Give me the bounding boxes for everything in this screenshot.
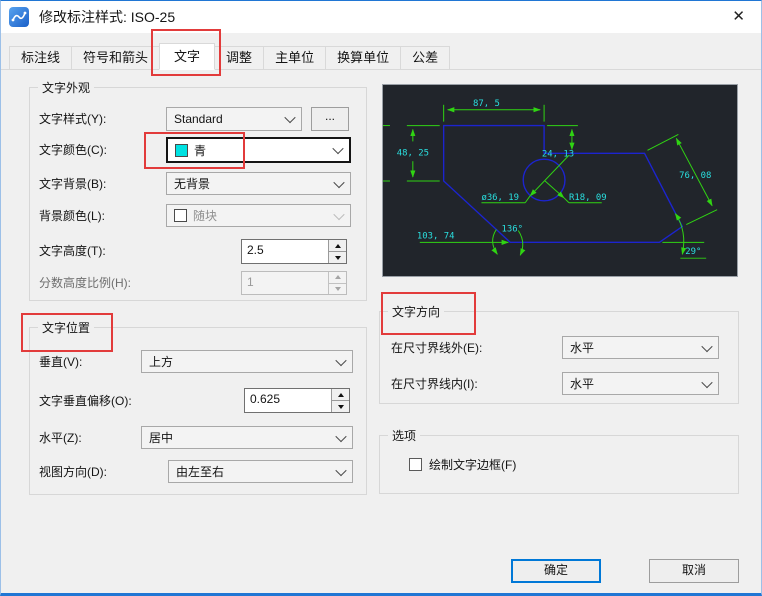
fraction-scale-label: 分数高度比例(H): [39, 276, 131, 290]
chevron-down-icon [335, 464, 347, 476]
text-fill-select[interactable]: 无背景 [166, 172, 351, 195]
cyan-color-swatch [175, 143, 188, 157]
text-height-label: 文字高度(T): [39, 244, 106, 258]
dim-label-bottom-left: 103, 74 [417, 231, 455, 241]
dim-label-right: 76, 08 [679, 171, 711, 181]
dim-label-step: 24, 13 [542, 149, 574, 159]
more-styles-button[interactable]: ... [311, 107, 349, 131]
tab-text[interactable]: 文字 [159, 43, 216, 70]
spinner-up-icon[interactable] [332, 389, 349, 400]
tab-fit[interactable]: 调整 [214, 46, 265, 70]
chevron-down-icon [333, 208, 345, 220]
outside-ext-label: 在尺寸界线外(E): [391, 341, 483, 355]
text-style-label: 文字样式(Y): [39, 112, 107, 126]
spinner-down-icon[interactable] [332, 400, 349, 412]
group-title: 文字位置 [38, 319, 95, 336]
group-title: 选项 [388, 427, 421, 444]
text-color-select[interactable]: 青 [166, 137, 351, 163]
view-direction-label: 视图方向(D): [39, 465, 107, 479]
tab-alt-units[interactable]: 换算单位 [325, 46, 402, 70]
vertical-select[interactable]: 上方 [141, 350, 353, 373]
chevron-down-icon [335, 354, 347, 366]
dim-label-angle-left: 136° [502, 224, 524, 234]
spinner-up-icon [329, 272, 346, 283]
vertical-label: 垂直(V): [39, 355, 83, 369]
text-color-label: 文字颜色(C): [39, 143, 107, 157]
cancel-button[interactable]: 取消 [649, 559, 739, 583]
horizontal-select[interactable]: 居中 [141, 426, 353, 449]
dim-label-angle-right: 29° [685, 247, 701, 257]
chevron-down-icon [701, 376, 713, 388]
cad-preview-drawing: 87, 5 48, 25 24, 13 76, 08 ø36, 19 R18, … [383, 99, 718, 259]
group-title: 文字方向 [388, 303, 445, 320]
tab-bar: 标注线 符号和箭头 文字 调整 主单位 换算单位 公差 [9, 43, 451, 70]
spinner-down-icon [329, 282, 346, 294]
fraction-scale-input: 1 [241, 271, 347, 295]
inside-ext-select[interactable]: 水平 [562, 372, 719, 395]
chevron-down-icon [333, 176, 345, 188]
chevron-down-icon [335, 430, 347, 442]
view-direction-select[interactable]: 由左至右 [168, 460, 353, 483]
dim-label-radius: R18, 09 [569, 193, 607, 203]
tab-primary-units[interactable]: 主单位 [263, 46, 327, 70]
fill-color-select[interactable]: 随块 [166, 204, 351, 227]
ok-button[interactable]: 确定 [511, 559, 601, 583]
offset-label: 文字垂直偏移(O): [39, 394, 132, 408]
titlebar: 修改标注样式: ISO-25 ✕ [1, 1, 761, 33]
dimension-preview-panel: 87, 5 48, 25 24, 13 76, 08 ø36, 19 R18, … [382, 84, 738, 277]
fill-color-label: 背景颜色(L): [39, 209, 106, 223]
tab-symbols-arrows[interactable]: 符号和箭头 [71, 46, 161, 70]
close-icon[interactable]: ✕ [732, 1, 745, 33]
text-height-input[interactable]: 2.5 [241, 239, 347, 264]
draw-frame-checkbox[interactable] [409, 458, 422, 471]
offset-input[interactable]: 0.625 [244, 388, 350, 413]
tab-dim-lines[interactable]: 标注线 [9, 46, 73, 70]
spinner-down-icon[interactable] [329, 251, 346, 263]
group-title: 文字外观 [38, 79, 95, 96]
outside-ext-select[interactable]: 水平 [562, 336, 719, 359]
dim-label-diameter: ø36, 19 [481, 193, 519, 203]
byblock-color-swatch [174, 209, 187, 222]
dim-label-left: 48, 25 [397, 148, 429, 158]
text-style-select[interactable]: Standard [166, 107, 302, 131]
chevron-down-icon [332, 142, 344, 155]
chevron-down-icon [701, 340, 713, 352]
window-title: 修改标注样式: ISO-25 [39, 9, 176, 25]
tab-tolerances[interactable]: 公差 [400, 46, 451, 70]
text-fill-label: 文字背景(B): [39, 177, 107, 191]
chevron-down-icon [284, 111, 296, 124]
draw-frame-label: 绘制文字边框(F) [429, 458, 517, 472]
dim-label-top: 87, 5 [473, 99, 500, 109]
dialog-modify-dim-style: 修改标注样式: ISO-25 ✕ 标注线 符号和箭头 文字 调整 主单位 换算单… [0, 0, 762, 596]
spinner-up-icon[interactable] [329, 240, 346, 251]
horizontal-label: 水平(Z): [39, 431, 82, 445]
app-icon [9, 7, 29, 27]
inside-ext-label: 在尺寸界线内(I): [391, 377, 478, 391]
